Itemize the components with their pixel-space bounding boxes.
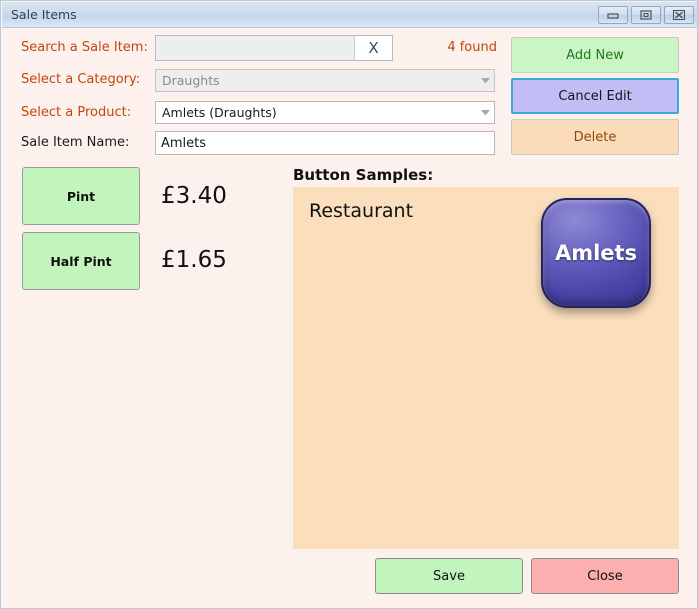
chevron-down-icon [476, 70, 494, 91]
sample-group-label: Restaurant [309, 200, 414, 222]
maximize-icon [640, 10, 652, 20]
close-button[interactable]: Close [531, 558, 679, 594]
category-dropdown-value: Draughts [162, 73, 220, 88]
minimize-button[interactable] [598, 6, 628, 24]
sale-item-name-input[interactable] [155, 131, 495, 155]
product-dropdown-value: Amlets (Draughts) [162, 105, 277, 120]
delete-button[interactable]: Delete [511, 119, 679, 155]
search-field-group: X [155, 35, 393, 61]
sample-button-amlets[interactable]: Amlets [541, 198, 651, 308]
button-samples-panel: Restaurant Amlets [293, 187, 679, 549]
size-button-half-pint[interactable]: Half Pint [22, 232, 140, 290]
clear-search-button[interactable]: X [354, 36, 392, 60]
sample-button-label: Amlets [554, 241, 638, 265]
item-name-label: Sale Item Name: [21, 135, 130, 150]
window-titlebar: Sale Items [2, 2, 697, 28]
add-new-button[interactable]: Add New [511, 37, 679, 73]
window-title: Sale Items [11, 7, 77, 22]
save-button[interactable]: Save [375, 558, 523, 594]
search-label: Search a Sale Item: [21, 40, 148, 55]
chevron-down-icon [476, 102, 494, 123]
found-count-label: 4 found [447, 40, 497, 55]
sale-items-window: Sale Items Search a Sale Item: Select a … [0, 0, 698, 609]
product-label: Select a Product: [21, 105, 132, 120]
button-samples-title: Button Samples: [293, 166, 434, 184]
size-button-pint[interactable]: Pint [22, 167, 140, 225]
cancel-edit-button[interactable]: Cancel Edit [511, 78, 679, 114]
minimize-icon [607, 13, 619, 19]
search-input[interactable] [156, 36, 354, 60]
price-half-pint: £1.65 [161, 247, 227, 273]
maximize-button[interactable] [631, 6, 661, 24]
category-dropdown[interactable]: Draughts [155, 69, 495, 92]
price-pint: £3.40 [161, 183, 227, 209]
close-icon [672, 9, 686, 21]
close-window-button[interactable] [664, 6, 694, 24]
product-dropdown[interactable]: Amlets (Draughts) [155, 101, 495, 124]
category-label: Select a Category: [21, 72, 141, 87]
